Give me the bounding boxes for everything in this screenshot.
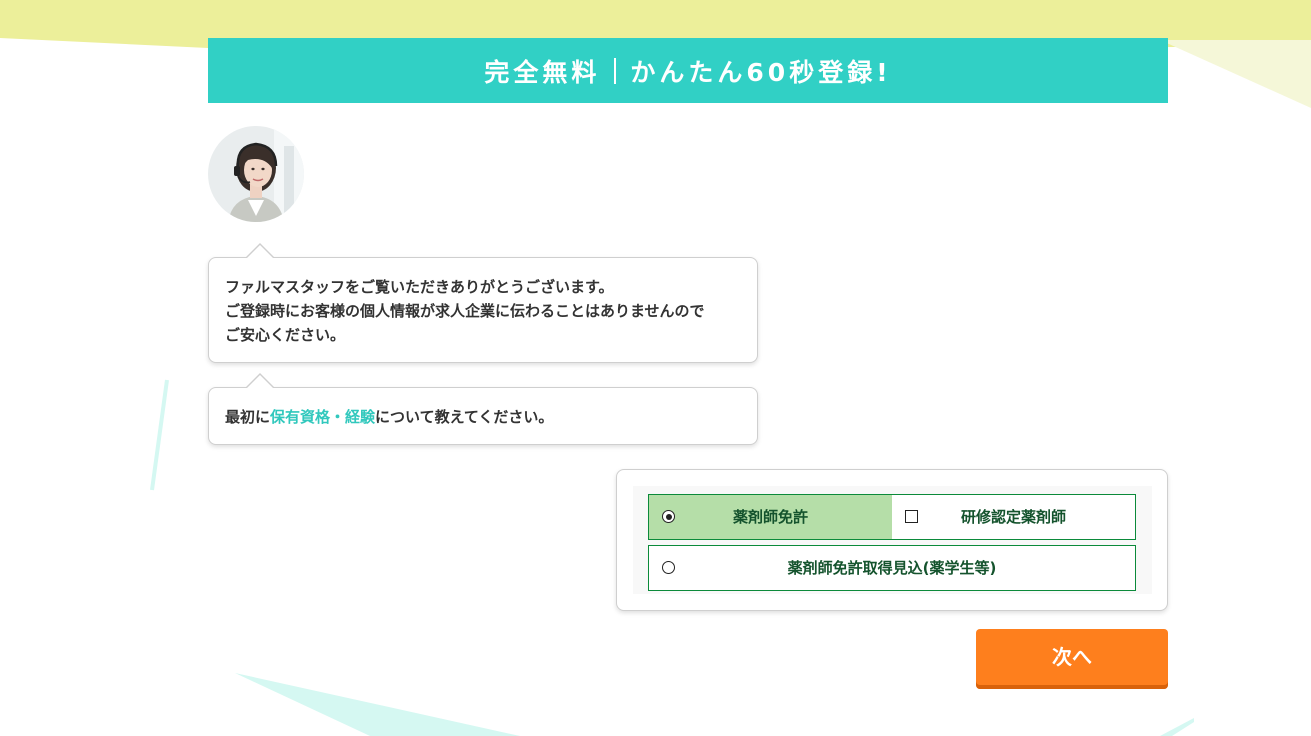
greeting-line-2: ご登録時にお客様の個人情報が求人企業に伝わることはありませんので (225, 302, 705, 320)
banner-free-text: 完全無料 (484, 57, 601, 87)
banner-register-text: かんたん60秒登録! (630, 57, 892, 87)
registration-banner: 完全無料 かんたん60秒登録! (208, 38, 1168, 103)
next-button[interactable]: 次へ (976, 629, 1168, 689)
option-prospective-license-label: 薬剤師免許取得見込(薬学生等) (787, 559, 997, 577)
qualification-options-panel: 薬剤師免許 研修認定薬剤師 薬剤師免許取得見込(薬学生等) (633, 486, 1152, 594)
qualification-row-1: 薬剤師免許 研修認定薬剤師 (648, 494, 1136, 540)
background-decoration (0, 0, 1311, 736)
option-pharmacist-license-label: 薬剤師免許 (732, 508, 808, 526)
option-pharmacist-license[interactable]: 薬剤師免許 (649, 495, 892, 539)
greeting-message-bubble: ファルマスタッフをご覧いただきありがとうございます。 ご登録時にお客様の個人情報… (208, 243, 758, 363)
option-prospective-license[interactable]: 薬剤師免許取得見込(薬学生等) (648, 545, 1136, 591)
banner-separator (614, 57, 617, 84)
question-message-bubble: 最初に保有資格・経験について教えてください。 (208, 373, 758, 445)
greeting-line-3: ご安心ください。 (225, 326, 346, 344)
option-certified-pharmacist[interactable]: 研修認定薬剤師 (892, 495, 1135, 539)
question-highlight: 保有資格・経験 (270, 408, 376, 426)
option-certified-pharmacist-label: 研修認定薬剤師 (960, 508, 1066, 526)
question-suffix: について教えてください。 (375, 408, 554, 426)
operator-avatar (208, 126, 304, 222)
qualification-options-card: 薬剤師免許 研修認定薬剤師 薬剤師免許取得見込(薬学生等) (616, 469, 1168, 611)
operator-avatar-image (208, 126, 304, 222)
greeting-line-1: ファルマスタッフをご覧いただきありがとうございます。 (225, 278, 614, 296)
question-prefix: 最初に (225, 408, 271, 426)
